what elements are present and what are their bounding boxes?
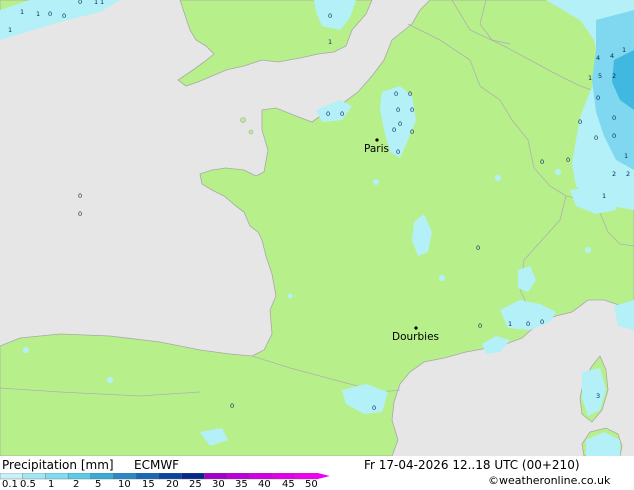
color-scale-tick: 30 (212, 479, 225, 490)
color-scale-arrow (317, 473, 330, 479)
precip-value: 5 (598, 72, 602, 80)
precip-value: 1 (588, 74, 592, 82)
precip-value: 0 (612, 114, 616, 122)
precipitation-map[interactable]: 111 0100 010 00 00 00 00014 45 2112 210000 00101 0 0… (0, 0, 634, 456)
precip-value: 0 (540, 318, 544, 326)
precip-value: 2 (626, 170, 630, 178)
color-scale-tick: 0.1 (2, 479, 18, 490)
precip-value: 0 (398, 120, 402, 128)
precip-value: 0 (396, 106, 400, 114)
precip-value: 0 (396, 148, 400, 156)
precip-value: 0 (340, 110, 344, 118)
color-scale-tick: 40 (258, 479, 271, 490)
precip-value: 0 (540, 158, 544, 166)
precip-value: 0 (372, 404, 376, 412)
precip-value: 1 (328, 38, 332, 46)
precip-value: 0 (328, 12, 332, 20)
valid-time: Fr 17-04-2026 12..18 UTC (00+210) (364, 458, 580, 472)
precip-value: 0 (62, 12, 66, 20)
precip-value: 1 (20, 8, 24, 16)
color-scale-tick: 15 (142, 479, 155, 490)
precip-value: 0 (612, 132, 616, 140)
precip-value: 1 (602, 192, 606, 200)
city-label: Dourbies (392, 331, 439, 343)
channel-island (248, 129, 254, 135)
precip-value: 0 (410, 128, 414, 136)
color-scale-tick: 2 (73, 479, 80, 490)
color-scale-tick: 0.5 (20, 479, 36, 490)
precip-value: 4 (610, 52, 614, 60)
city-dot (375, 138, 379, 142)
precip-value: 1 (624, 152, 628, 160)
credit-link[interactable]: ©weatheronline.co.uk (488, 474, 610, 488)
precip-value: 1 (622, 46, 626, 54)
precip-value: 1 (94, 0, 98, 6)
color-scale-tick: 45 (282, 479, 295, 490)
precip-value: 0 (392, 126, 396, 134)
color-scale-tick: 25 (189, 479, 202, 490)
precip-value: 0 (594, 134, 598, 142)
color-scale-tick: 35 (235, 479, 248, 490)
precip-value: 0 (48, 10, 52, 18)
precip-value: 2 (612, 170, 616, 178)
color-scale-swatch (67, 473, 92, 480)
precip-value: 0 (578, 118, 582, 126)
city-dot (414, 326, 418, 330)
precip-value: 0 (476, 244, 480, 252)
precip-value: 0 (566, 156, 570, 164)
precip-value: 0 (394, 90, 398, 98)
precip-value: 0 (526, 320, 530, 328)
precip-value: 0 (408, 90, 412, 98)
page: 1110100010000000000144521122100000010100… (0, 0, 634, 490)
precip-value: 2 (612, 72, 616, 80)
precip-value: 0 (230, 402, 234, 410)
precip-value: 0 (78, 210, 82, 218)
color-scale-tick: 50 (305, 479, 318, 490)
precip-value: 0 (78, 192, 82, 200)
precip-value: 0 (410, 106, 414, 114)
model-name: ECMWF (134, 458, 180, 472)
precip-value: 0 (326, 110, 330, 118)
channel-island (240, 117, 246, 123)
precip-value: 4 (596, 54, 600, 62)
precip-value: 1 (508, 320, 512, 328)
color-scale-tick: 1 (48, 479, 55, 490)
city-label: Paris (364, 143, 389, 155)
precip-value: 1 (36, 10, 40, 18)
precip-value: 3 (596, 392, 600, 400)
color-scale-tick: 20 (166, 479, 179, 490)
precip-value: 0 (596, 94, 600, 102)
precip-value: 1 (8, 26, 12, 34)
precip-value: 1 (100, 0, 104, 6)
legend-title: Precipitation [mm] (2, 458, 114, 472)
precip-value: 0 (478, 322, 482, 330)
color-scale-tick: 5 (95, 479, 102, 490)
color-scale-tick: 10 (118, 479, 131, 490)
precip-value: 0 (78, 0, 82, 6)
